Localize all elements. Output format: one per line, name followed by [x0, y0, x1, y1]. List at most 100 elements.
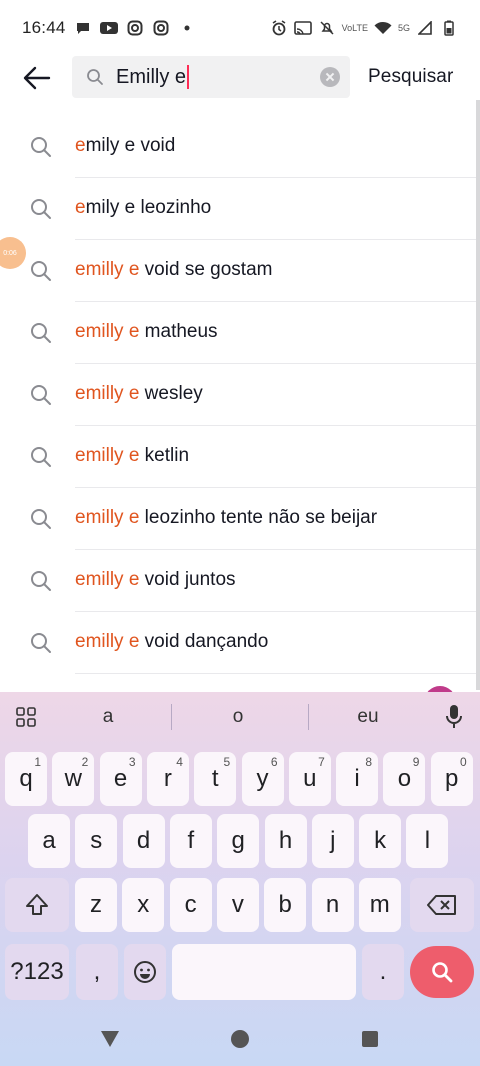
search-box[interactable]: Emilly e: [72, 56, 350, 98]
clear-search-button[interactable]: [320, 67, 340, 87]
key-j-label: j: [330, 827, 336, 854]
suggestion-item[interactable]: emilly e void se gostam: [0, 240, 480, 302]
search-submit-button[interactable]: Pesquisar: [368, 66, 453, 88]
key-s-label: s: [90, 827, 103, 854]
search-icon: [31, 447, 51, 467]
key-t[interactable]: t5: [194, 752, 237, 806]
suggestion-rest: void juntos: [139, 569, 236, 590]
key-c[interactable]: c: [169, 878, 212, 932]
key-r[interactable]: r4: [146, 752, 189, 806]
key-m[interactable]: m: [358, 878, 401, 932]
comma-key-label: ,: [93, 958, 101, 985]
suggestion-item[interactable]: emilly e void dançando: [0, 612, 480, 674]
key-b-label: b: [278, 891, 292, 918]
key-e[interactable]: e3: [99, 752, 142, 806]
symbols-key[interactable]: ?123: [5, 944, 69, 1000]
floating-timer-label: 0:06: [3, 249, 17, 257]
key-l[interactable]: l: [406, 814, 449, 868]
emoji-key[interactable]: [124, 944, 166, 1000]
suggestion-text: emily e void: [75, 135, 175, 157]
key-g[interactable]: g: [217, 814, 260, 868]
suggestion-match: emilly e: [75, 383, 140, 404]
key-z-label: z: [90, 891, 102, 918]
key-i-hint: 8: [365, 755, 373, 769]
keyboard-suggestion-1[interactable]: a: [48, 706, 168, 728]
search-icon: [31, 137, 51, 157]
suggestion-item[interactable]: emily e void: [0, 116, 480, 178]
search-header: Emilly e Pesquisar: [0, 56, 480, 100]
nav-recents-button[interactable]: [362, 1031, 378, 1047]
period-key[interactable]: .: [362, 944, 404, 1000]
scrollbar[interactable]: [476, 100, 480, 690]
key-o[interactable]: o9: [383, 752, 426, 806]
keyboard-suggestion-3[interactable]: eu: [308, 706, 428, 728]
search-icon: [87, 69, 103, 85]
suggestion-text: emilly e ketlin: [75, 445, 189, 467]
key-y[interactable]: y6: [241, 752, 284, 806]
search-icon: [31, 571, 51, 591]
suggestion-item[interactable]: emily e leozinho: [0, 178, 480, 240]
key-i[interactable]: i8: [336, 752, 379, 806]
backspace-key[interactable]: [410, 878, 474, 932]
status-time: 16:44: [22, 18, 66, 37]
symbols-key-label: ?123: [10, 958, 64, 985]
key-u[interactable]: u7: [288, 752, 331, 806]
dot-icon: [178, 19, 196, 37]
key-v-label: v: [231, 891, 244, 918]
key-f[interactable]: f: [169, 814, 212, 868]
key-f-label: f: [187, 827, 195, 854]
keyboard-search-key[interactable]: [410, 946, 474, 998]
key-a[interactable]: a: [28, 814, 70, 868]
suggestion-rest: mily e void: [85, 135, 176, 156]
cast-icon: [293, 19, 312, 37]
key-z[interactable]: z: [75, 878, 117, 932]
suggestion-item[interactable]: emilly e ketlin: [0, 426, 480, 488]
network-label: 5G: [397, 22, 410, 33]
shift-icon: [26, 894, 48, 915]
shift-key[interactable]: [5, 878, 69, 932]
suggestion-item[interactable]: emilly e matheus: [0, 302, 480, 364]
key-e-label: e: [113, 765, 128, 792]
key-n[interactable]: n: [311, 878, 354, 932]
key-s[interactable]: s: [75, 814, 118, 868]
suggestion-item[interactable]: emilly e wesley: [0, 364, 480, 426]
signal-icon: [416, 19, 434, 37]
key-u-label: u: [303, 765, 317, 792]
instagram-icon-2: [152, 19, 170, 37]
key-r-hint: 4: [176, 755, 183, 769]
key-x[interactable]: x: [122, 878, 165, 932]
key-h-label: h: [278, 827, 293, 854]
nav-home-button[interactable]: [231, 1030, 249, 1048]
key-v[interactable]: v: [216, 878, 259, 932]
key-q[interactable]: q1: [5, 752, 47, 806]
key-a-label: a: [42, 827, 56, 854]
key-t-label: t: [211, 765, 219, 792]
key-p[interactable]: p0: [430, 752, 473, 806]
suggestion-text: emilly e matheus: [75, 321, 218, 343]
suggestion-text: emilly e wesley: [75, 383, 203, 405]
key-j[interactable]: j: [311, 814, 354, 868]
youtube-icon: [99, 19, 118, 37]
suggestion-match: emilly e: [75, 631, 140, 652]
nav-back-icon[interactable]: [100, 1030, 120, 1048]
back-button[interactable]: [22, 64, 52, 92]
key-b[interactable]: b: [264, 878, 307, 932]
keyboard-suggestion-2[interactable]: o: [178, 706, 298, 728]
suggestion-item[interactable]: emilly e void juntos: [0, 550, 480, 612]
suggestion-match: emilly e: [75, 445, 140, 466]
space-key[interactable]: [172, 944, 356, 1000]
suggestion-item[interactable]: emilly e leozinho tente não se beijar: [0, 488, 480, 550]
suggestion-text: emilly e void juntos: [75, 569, 236, 591]
text-caret: [187, 65, 190, 89]
mic-icon[interactable]: [444, 704, 464, 730]
key-h[interactable]: h: [264, 814, 307, 868]
key-d-label: d: [136, 827, 151, 854]
key-d[interactable]: d: [122, 814, 165, 868]
key-k[interactable]: k: [359, 814, 402, 868]
key-p-label: p: [445, 765, 459, 792]
search-input[interactable]: Emilly e: [116, 56, 316, 98]
suggestion-rest: ketlin: [139, 445, 190, 466]
comma-key[interactable]: ,: [76, 944, 118, 1000]
apps-grid-icon[interactable]: [16, 707, 36, 727]
key-w[interactable]: w2: [52, 752, 95, 806]
